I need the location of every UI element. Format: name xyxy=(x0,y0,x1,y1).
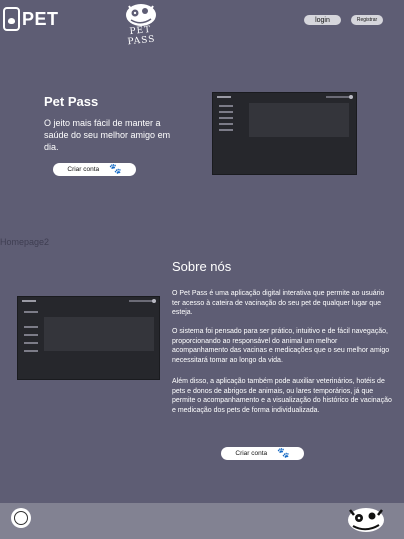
preview-avatar xyxy=(152,299,156,303)
about-title: Sobre nós xyxy=(172,259,232,274)
preview-menu-item xyxy=(219,105,233,107)
preview-menu-item xyxy=(24,334,38,336)
logo-pet-pass[interactable]: PET PASS xyxy=(116,2,166,48)
dog-cat-icon xyxy=(348,508,384,532)
create-account-label: Criar conta xyxy=(235,450,268,457)
create-account-button[interactable]: Criar conta 🐾 xyxy=(221,447,304,460)
logo-pet[interactable]: PET xyxy=(3,7,59,31)
accessibility-icon[interactable] xyxy=(11,508,31,528)
hero-subtitle: O jeito mais fácil de manter a saúde do … xyxy=(44,118,171,152)
app-preview-screenshot xyxy=(18,297,159,379)
about-paragraph: Além disso, a aplicação também pode auxi… xyxy=(172,378,392,414)
preview-main-panel xyxy=(249,103,349,137)
preview-menu-item xyxy=(24,311,38,313)
register-button[interactable]: Registrar xyxy=(351,15,383,25)
phone-paw-icon xyxy=(3,7,20,31)
section-caption: Homepage2 xyxy=(0,237,50,247)
app-preview-screenshot xyxy=(213,93,356,174)
preview-logo xyxy=(217,96,231,98)
preview-menu-item xyxy=(219,129,233,131)
preview-menu-item xyxy=(24,326,38,328)
preview-main-panel xyxy=(44,317,154,351)
paw-icon: 🐾 xyxy=(109,163,122,175)
paw-icon: 🐾 xyxy=(277,447,290,459)
preview-menu-item xyxy=(219,117,233,119)
about-paragraph: O Pet Pass é uma aplicação digital inter… xyxy=(172,290,385,316)
logo-pet-text: PET xyxy=(22,8,59,29)
hero-title: Pet Pass xyxy=(44,94,99,109)
preview-avatar xyxy=(349,95,353,99)
preview-menu-item xyxy=(24,342,38,344)
preview-menu-item xyxy=(24,350,38,352)
preview-menu-item xyxy=(219,111,233,113)
preview-menu-item xyxy=(219,123,233,125)
login-button[interactable]: login xyxy=(304,15,341,25)
create-account-button[interactable]: Criar conta 🐾 xyxy=(53,163,136,176)
create-account-label: Criar conta xyxy=(67,166,100,173)
preview-logo xyxy=(22,300,36,302)
logo-pet-pass-text: PET PASS xyxy=(127,24,156,48)
about-paragraph: O sistema foi pensado para ser prático, … xyxy=(172,328,390,364)
pet-pass-logo[interactable] xyxy=(344,504,390,539)
